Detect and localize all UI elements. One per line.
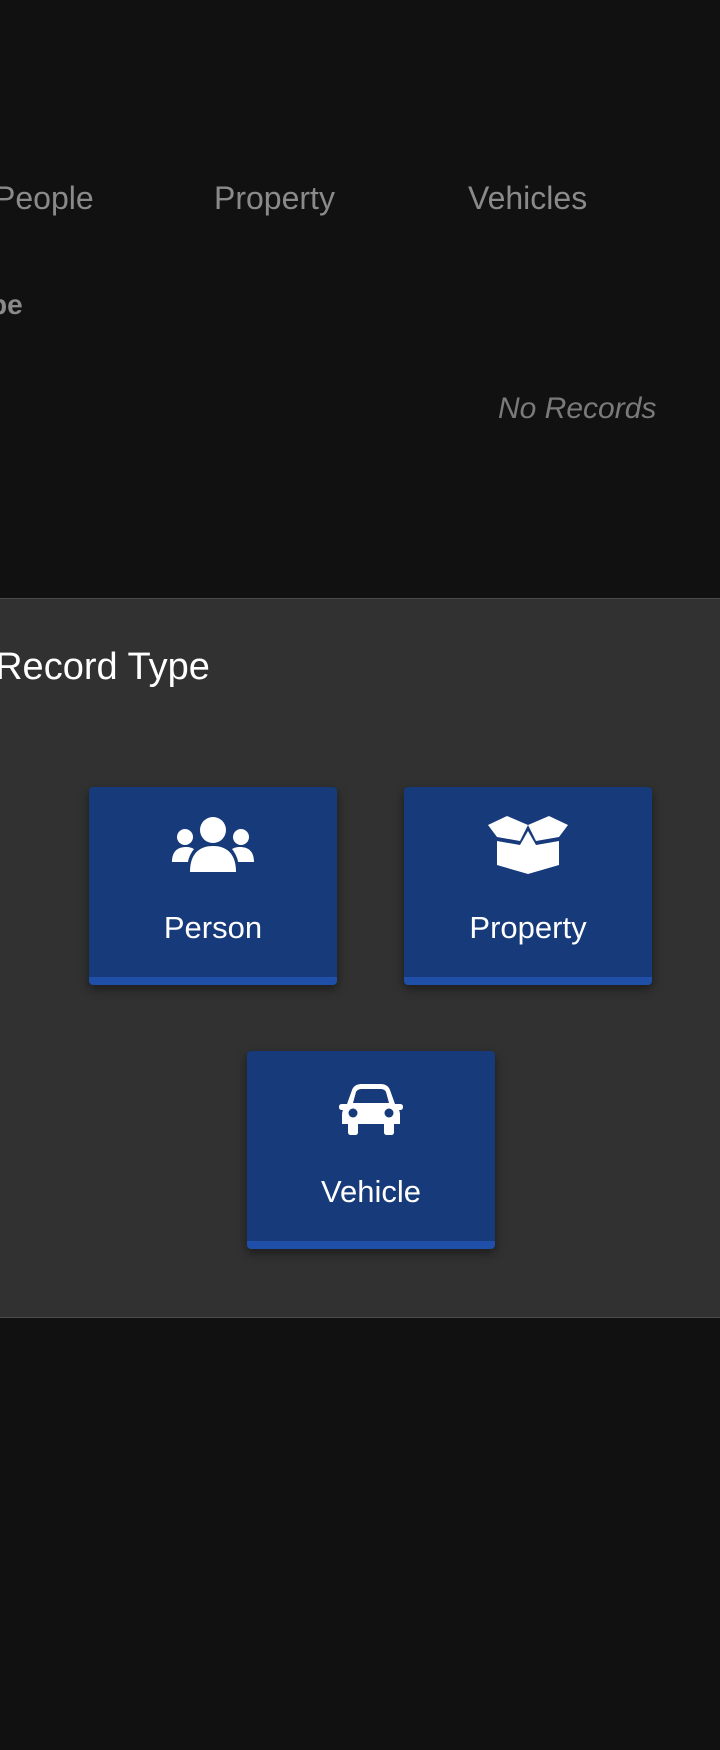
vehicle-button[interactable]: Vehicle bbox=[247, 1051, 495, 1249]
empty-records-message: No Records bbox=[498, 392, 657, 425]
person-button-label: Person bbox=[163, 910, 263, 945]
modal-title: t Record Type bbox=[0, 646, 210, 688]
person-button[interactable]: Person bbox=[89, 787, 337, 985]
vehicle-button-label: Vehicle bbox=[321, 1174, 421, 1209]
page: People Property Vehicles pe No Records t… bbox=[0, 0, 720, 1750]
people-group-icon bbox=[89, 815, 337, 875]
property-button[interactable]: Property bbox=[404, 787, 652, 985]
select-record-type-modal: t Record Type Person bbox=[0, 598, 720, 1318]
open-box-icon bbox=[404, 815, 652, 875]
property-button-label: Property bbox=[469, 910, 587, 945]
tab-property[interactable]: Property bbox=[214, 178, 335, 218]
tab-vehicles[interactable]: Vehicles bbox=[468, 178, 587, 218]
car-icon bbox=[247, 1079, 495, 1139]
column-header-type: pe bbox=[0, 289, 23, 320]
tab-people[interactable]: People bbox=[0, 178, 94, 218]
